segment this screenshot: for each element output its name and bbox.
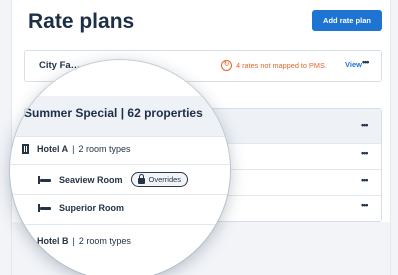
hotel-b-row[interactable]: Hotel B | 2 room types <box>22 236 131 246</box>
hotel-name: Hotel A <box>37 144 69 154</box>
separator: | <box>72 144 75 154</box>
room-name: Superior Room <box>59 203 125 213</box>
row-divider <box>10 224 230 225</box>
magnifier-lens: Summer Special | 62 properties Hotel A |… <box>10 60 230 275</box>
hotel-a-row[interactable]: Hotel A | 2 room types <box>22 144 131 154</box>
room-type-count: 2 room types <box>78 236 131 246</box>
badge-label: Overrides <box>148 175 182 184</box>
view-link[interactable]: View <box>345 60 362 69</box>
bed-icon <box>38 204 51 212</box>
more-options-icon[interactable]: ••• <box>361 148 369 158</box>
sync-alert-icon: ↻ <box>221 60 232 71</box>
bed-icon <box>38 175 51 184</box>
overrides-badge[interactable]: Overrides <box>130 172 189 187</box>
room-type-count: 2 room types <box>78 144 131 154</box>
hotel-icon <box>22 236 29 246</box>
hotel-name: Hotel B <box>37 236 69 246</box>
seaview-room-row[interactable]: Seaview Room Overrides <box>38 172 189 187</box>
row-divider <box>10 136 230 137</box>
more-options-icon[interactable]: ••• <box>361 120 369 130</box>
rate-plan-header: Summer Special | 62 properties <box>24 106 203 120</box>
superior-room-row[interactable]: Superior Room <box>38 203 124 213</box>
row-divider <box>10 194 230 195</box>
more-options-icon[interactable]: ••• <box>361 200 369 210</box>
room-name: Seaview Room <box>59 174 123 185</box>
more-options-icon[interactable]: ••• <box>362 57 370 67</box>
add-rate-plan-button[interactable]: Add rate plan <box>312 10 382 31</box>
row-divider <box>10 164 230 165</box>
lock-icon <box>137 173 145 184</box>
hotel-icon <box>22 144 29 154</box>
warning-text: 4 rates not mapped to PMS. <box>236 61 327 70</box>
pms-warning: ↻ 4 rates not mapped to PMS. <box>221 60 327 71</box>
separator: | <box>72 236 75 246</box>
more-options-icon[interactable]: ••• <box>361 175 369 185</box>
page-title: Rate plans <box>28 10 135 33</box>
